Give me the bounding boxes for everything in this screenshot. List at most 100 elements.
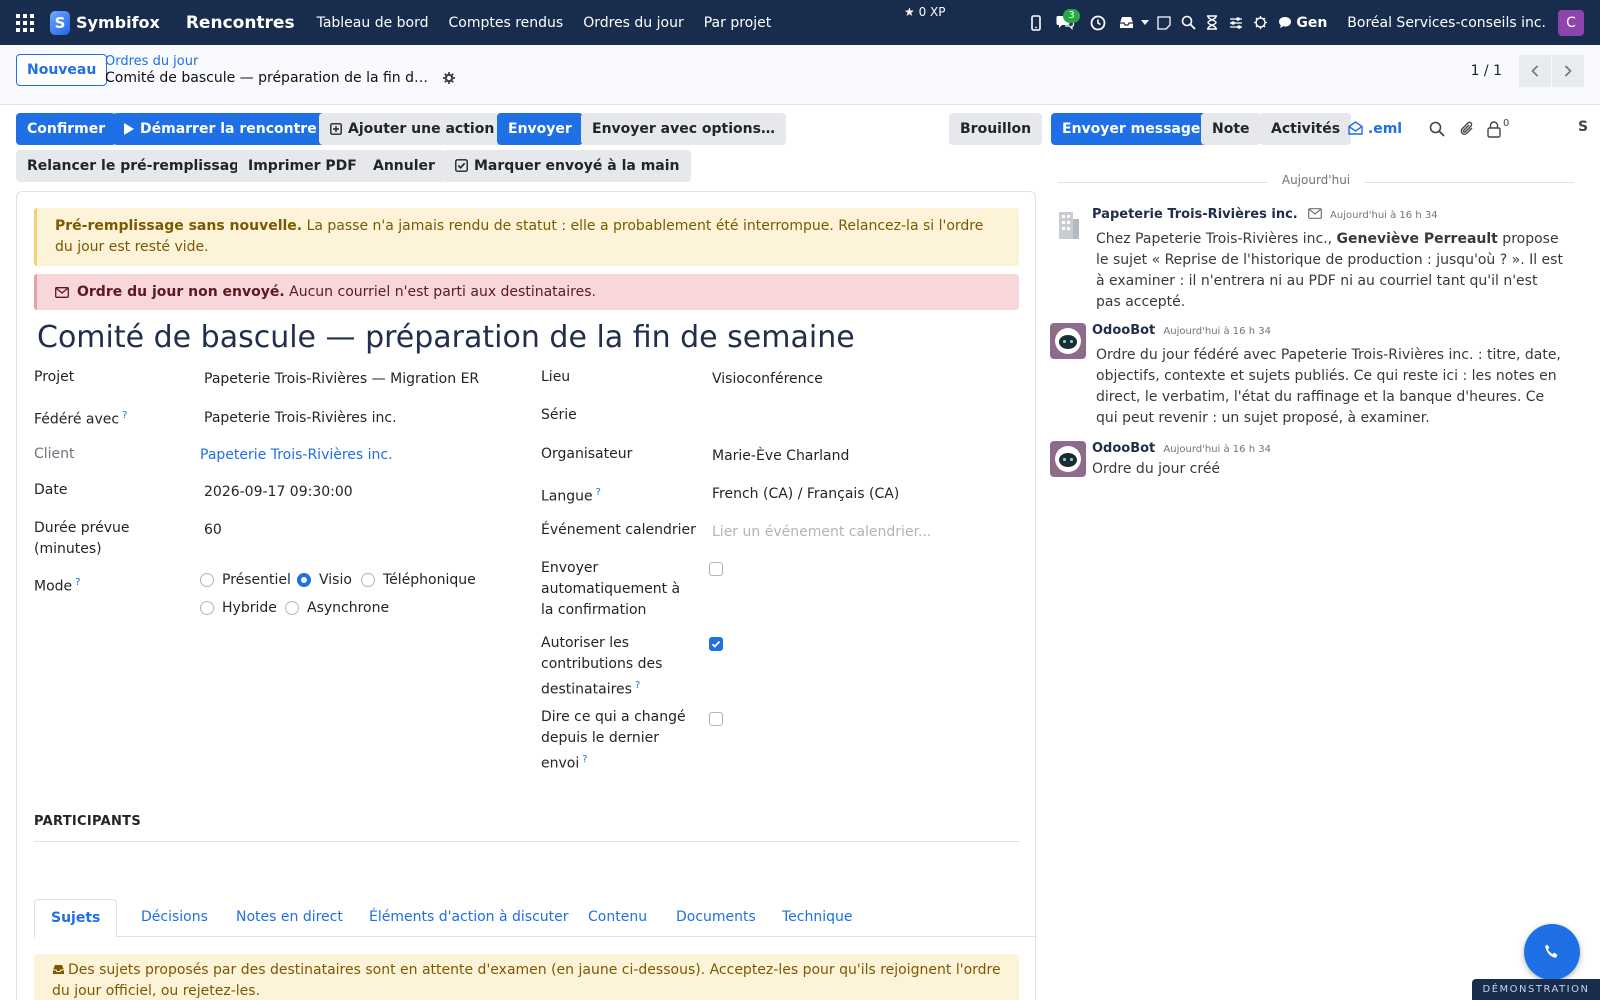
message-body-bold: Geneviève Perreault xyxy=(1336,231,1498,247)
pager-next-button[interactable] xyxy=(1552,55,1584,87)
cancel-label: Annuler xyxy=(373,158,435,174)
calendar-field[interactable]: Lier un événement calendrier... xyxy=(712,522,1002,543)
radio-asynchrone-dot xyxy=(285,601,299,615)
tab-sujets[interactable]: Sujets xyxy=(34,899,118,938)
paperclip-icon[interactable] xyxy=(1459,120,1475,142)
status-draft-label: Brouillon xyxy=(960,121,1032,137)
duration-field[interactable]: 60 xyxy=(204,520,479,541)
federated-field[interactable]: Papeterie Trois-Rivières inc. xyxy=(204,408,479,429)
not-sent-alert-text: Aucun courriel n'est parti aux destinata… xyxy=(284,283,596,300)
add-action-button[interactable]: Ajouter une action xyxy=(319,113,506,145)
note-icon[interactable] xyxy=(1152,0,1176,45)
message-header: Papeterie Trois-Rivières inc. Aujourd'hu… xyxy=(1092,207,1438,222)
company-switcher[interactable]: Boréal Services-conseils inc. xyxy=(1347,15,1546,31)
clock-icon[interactable] xyxy=(1082,0,1114,45)
gear-icon[interactable] xyxy=(443,72,455,84)
changes-help-icon[interactable]: ? xyxy=(582,754,587,765)
organizer-label: Organisateur xyxy=(541,446,633,462)
mobile-icon[interactable] xyxy=(1024,0,1048,45)
message-author[interactable]: OdooBot xyxy=(1092,441,1155,456)
tab-contenu[interactable]: Contenu xyxy=(572,899,663,937)
breadcrumb-parent[interactable]: Ordres du jour xyxy=(105,54,455,69)
send-options-label: Envoyer avec options… xyxy=(592,121,775,137)
language-field[interactable]: French (CA) / Français (CA) xyxy=(712,484,1002,505)
tab-notes-en-direct[interactable]: Notes en direct xyxy=(220,899,359,937)
allow-contrib-checkbox[interactable] xyxy=(709,637,723,651)
mark-sent-button[interactable]: Marquer envoyé à la main xyxy=(444,150,691,182)
new-button[interactable]: Nouveau xyxy=(16,54,108,86)
project-label: Projet xyxy=(34,369,75,385)
start-meeting-button[interactable]: Démarrer la rencontre xyxy=(113,113,328,145)
nav-link-by-project[interactable]: Par projet xyxy=(704,15,772,31)
apps-menu-icon[interactable] xyxy=(0,0,50,45)
message-author[interactable]: Papeterie Trois-Rivières inc. xyxy=(1092,207,1298,222)
federated-help-icon[interactable]: ? xyxy=(122,410,127,421)
print-pdf-button[interactable]: Imprimer PDF xyxy=(237,150,368,182)
date-field[interactable]: 2026-09-17 09:30:00 xyxy=(204,482,479,503)
status-draft-button[interactable]: Brouillon xyxy=(949,113,1043,145)
chatter-search-icon[interactable] xyxy=(1429,121,1445,141)
odoobot-avatar xyxy=(1050,441,1086,477)
tab-documents[interactable]: Documents xyxy=(660,899,772,937)
xp-counter[interactable]: ★ 0 XP xyxy=(904,5,946,19)
confirm-button[interactable]: Confirmer xyxy=(16,113,117,145)
follow-button[interactable]: S xyxy=(1578,119,1588,135)
pager: 1 / 1 xyxy=(1471,55,1584,87)
mode-help-icon[interactable]: ? xyxy=(75,577,80,588)
changes-label-text: Dire ce qui a changé depuis le dernier e… xyxy=(541,709,686,772)
pager-previous-button[interactable] xyxy=(1519,55,1551,87)
star-icon: ★ xyxy=(904,5,915,19)
tab-decisions[interactable]: Décisions xyxy=(125,899,224,937)
pager-value[interactable]: 1 / 1 xyxy=(1471,63,1502,79)
record-title[interactable]: Comité de bascule — préparation de la fi… xyxy=(37,320,855,355)
search-icon[interactable] xyxy=(1176,0,1200,45)
hourglass-icon[interactable] xyxy=(1200,0,1224,45)
organizer-field[interactable]: Marie-Ève Charland xyxy=(712,446,1002,467)
send-message-button[interactable]: Envoyer message xyxy=(1051,113,1212,145)
brand-logo[interactable]: S Symbifox xyxy=(50,10,160,35)
rerun-prefill-button[interactable]: Relancer le pré-remplissage xyxy=(16,150,260,182)
nav-link-agendas[interactable]: Ordres du jour xyxy=(583,15,684,31)
calendar-label: Événement calendrier xyxy=(541,522,696,538)
location-field[interactable]: Visioconférence xyxy=(712,369,1002,390)
brand-logo-icon: S xyxy=(50,10,70,35)
mode-radio-visio[interactable]: Visio xyxy=(297,572,352,588)
log-note-button[interactable]: Note xyxy=(1201,113,1261,145)
nav-link-dashboard[interactable]: Tableau de bord xyxy=(317,15,429,31)
odoobot-avatar xyxy=(1050,323,1086,359)
envelope-icon xyxy=(55,286,69,298)
radio-presentiel-dot xyxy=(200,573,214,587)
mode-radio-hybride[interactable]: Hybride xyxy=(200,600,277,616)
client-link[interactable]: Papeterie Trois-Rivières inc. xyxy=(200,445,480,466)
language-help-icon[interactable]: ? xyxy=(596,487,601,498)
inbox-icon[interactable] xyxy=(1114,0,1138,45)
followers-button[interactable]: 0 xyxy=(1487,118,1509,138)
activities-button[interactable]: Activités xyxy=(1260,113,1352,145)
mode-radio-presentiel[interactable]: Présentiel xyxy=(200,572,291,588)
user-avatar[interactable]: C xyxy=(1558,9,1584,36)
tab-elements-action[interactable]: Éléments d'action à discuter xyxy=(353,899,585,937)
mode-radio-telephonique[interactable]: Téléphonique xyxy=(361,572,476,588)
mode-radio-asynchrone[interactable]: Asynchrone xyxy=(285,600,389,616)
phone-call-button[interactable] xyxy=(1524,924,1580,980)
send-button[interactable]: Envoyer xyxy=(497,113,583,145)
nav-link-minutes[interactable]: Comptes rendus xyxy=(449,15,564,31)
allow-contrib-help-icon[interactable]: ? xyxy=(635,680,640,691)
sliders-icon[interactable] xyxy=(1224,0,1248,45)
cancel-button[interactable]: Annuler xyxy=(362,150,446,182)
app-name[interactable]: Rencontres xyxy=(186,13,295,33)
message-author[interactable]: OdooBot xyxy=(1092,323,1155,338)
message-header: OdooBot Aujourd'hui à 16 h 34 xyxy=(1092,441,1271,456)
comment-icon xyxy=(1279,17,1292,28)
send-options-button[interactable]: Envoyer avec options… xyxy=(581,113,786,145)
chat-icon[interactable]: 3 xyxy=(1048,0,1082,45)
tab-technique[interactable]: Technique xyxy=(766,899,869,937)
changes-checkbox[interactable] xyxy=(709,712,723,726)
auto-send-checkbox[interactable] xyxy=(709,562,723,576)
chevron-down-icon[interactable] xyxy=(1138,0,1152,45)
series-field[interactable] xyxy=(712,407,1002,428)
project-field[interactable]: Papeterie Trois-Rivières — Migration ERP xyxy=(204,369,479,390)
gen-assistant-button[interactable]: Gen xyxy=(1278,15,1327,31)
eml-button[interactable]: .eml xyxy=(1342,113,1408,145)
bug-icon[interactable] xyxy=(1248,0,1272,45)
